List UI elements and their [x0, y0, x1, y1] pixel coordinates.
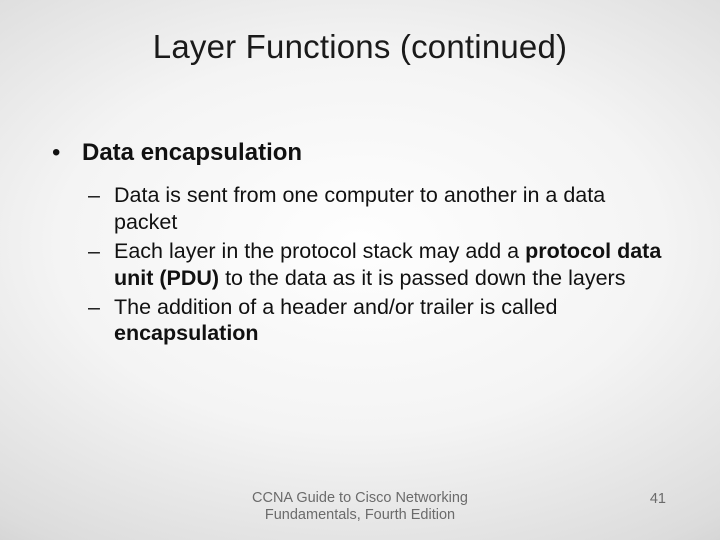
page-number: 41 — [650, 491, 666, 507]
heading-text: Data encapsulation — [82, 138, 302, 168]
sub-bullet-text: Data is sent from one computer to anothe… — [114, 182, 672, 236]
slide-body: • Data encapsulation – Data is sent from… — [48, 138, 672, 349]
footer-source-line1: CCNA Guide to Cisco Networking — [252, 490, 468, 506]
sub-bullet-text: The addition of a header and/or trailer … — [114, 294, 672, 348]
dash-icon: – — [88, 238, 114, 292]
sub-bullet: – The addition of a header and/or traile… — [88, 294, 672, 348]
slide-title: Layer Functions (continued) — [0, 28, 720, 66]
bullet-level-1: • Data encapsulation — [48, 138, 672, 168]
dash-icon: – — [88, 294, 114, 348]
bullet-dot-icon: • — [48, 138, 82, 168]
footer-source-line2: Fundamentals, Fourth Edition — [265, 507, 455, 523]
sub-bullet: – Each layer in the protocol stack may a… — [88, 238, 672, 292]
footer-source: CCNA Guide to Cisco Networking Fundament… — [252, 490, 468, 525]
dash-icon: – — [88, 182, 114, 236]
sub-bullet: – Data is sent from one computer to anot… — [88, 182, 672, 236]
sub-bullets: – Data is sent from one computer to anot… — [88, 182, 672, 347]
slide-footer: CCNA Guide to Cisco Networking Fundament… — [0, 490, 720, 530]
slide: Layer Functions (continued) • Data encap… — [0, 0, 720, 540]
sub-bullet-text: Each layer in the protocol stack may add… — [114, 238, 672, 292]
